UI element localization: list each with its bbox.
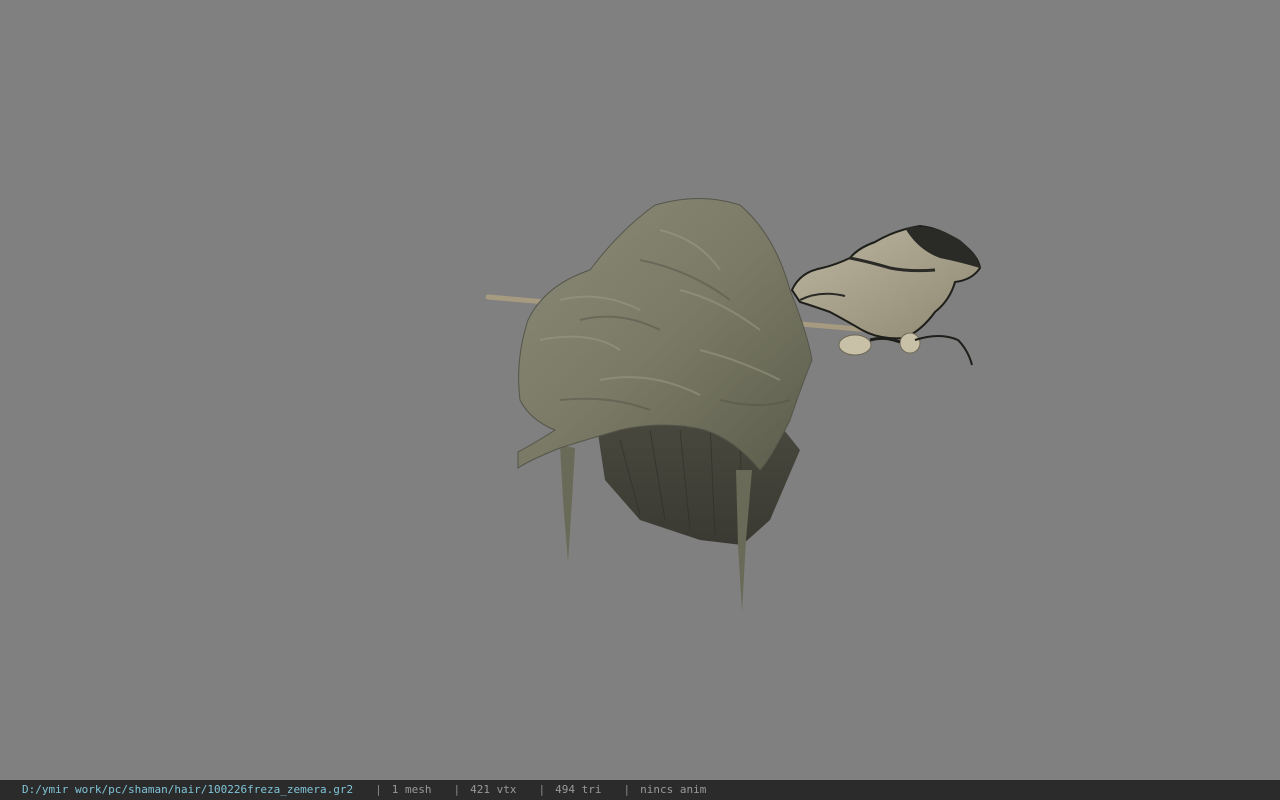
status-separator: |	[538, 783, 546, 796]
status-separator: |	[453, 783, 461, 796]
file-path-label: D:/ymir work/pc/shaman/hair/100226freza_…	[22, 783, 354, 796]
mesh-count-label: 1 mesh	[391, 783, 432, 796]
status-separator: |	[623, 783, 631, 796]
hair-strand-long	[736, 470, 752, 612]
hair-strand-left	[560, 445, 575, 562]
triangle-count-label: 494 tri	[555, 783, 602, 796]
ornament-bead	[838, 334, 872, 356]
animation-label: nincs anim	[640, 783, 707, 796]
3d-viewport[interactable]	[0, 0, 1280, 780]
status-bar: D:/ymir work/pc/shaman/hair/100226freza_…	[0, 780, 1280, 800]
ornament-tassel	[914, 335, 973, 366]
vertex-count-label: 421 vtx	[470, 783, 517, 796]
hair-model-icon[interactable]	[0, 0, 1280, 780]
status-separator: |	[375, 783, 382, 796]
